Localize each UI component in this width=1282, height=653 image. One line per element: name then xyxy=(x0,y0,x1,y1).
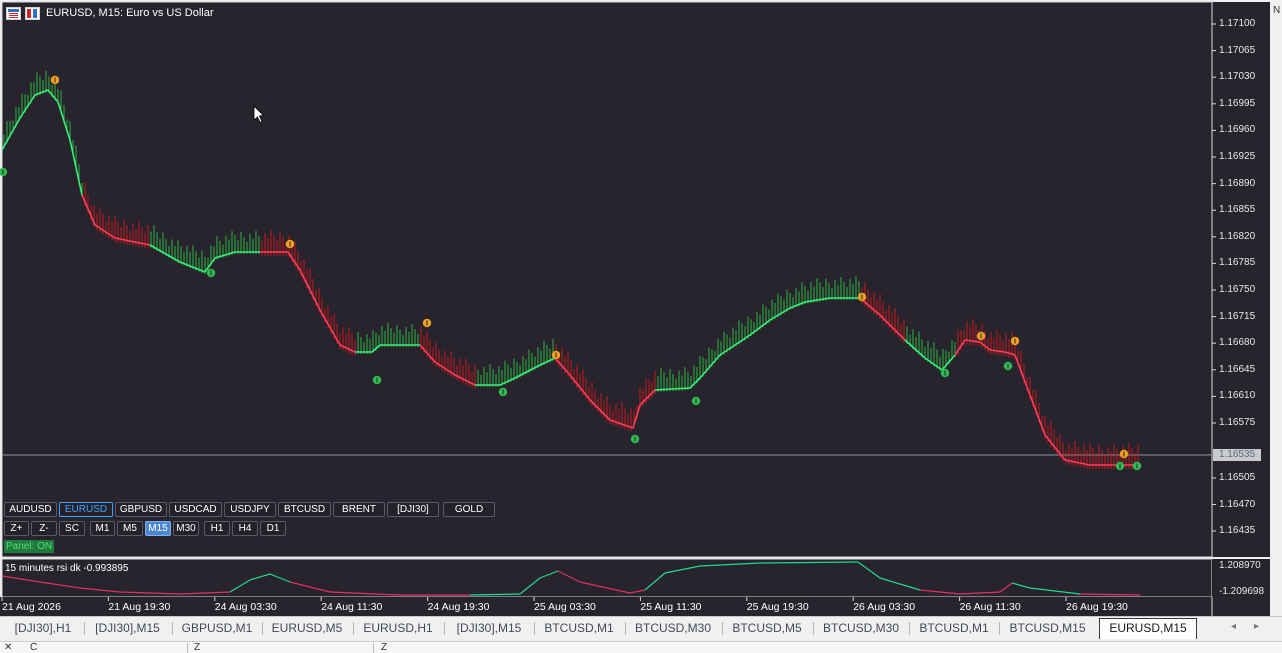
chart-tab[interactable]: BTCUSD,M30 xyxy=(814,619,908,637)
window-icon[interactable] xyxy=(25,6,40,20)
time-tick-label: 26 Aug 03:30 xyxy=(853,601,916,613)
time-tick-label: 24 Aug 03:30 xyxy=(214,601,277,613)
calendar-icon[interactable] xyxy=(6,6,21,20)
price-tick-label: 1.16750 xyxy=(1219,284,1256,295)
chart-tab[interactable]: GBPUSD,M1 xyxy=(173,619,261,637)
price-tick-label: 1.16505 xyxy=(1219,472,1256,483)
time-tick-label: 26 Aug 11:30 xyxy=(959,601,1021,613)
price-tick-label: 1.16575 xyxy=(1219,417,1256,428)
indicator-min-label: -1.209698 xyxy=(1219,586,1265,597)
column-header-3[interactable]: Z xyxy=(381,642,387,653)
price-tick-label: 1.16435 xyxy=(1219,525,1256,536)
chart-tab-bar: [DJI30],H1 [DJI30],M15 GBPUSD,M1 EURUSD,M5 E… xyxy=(0,616,1282,641)
indicator-area[interactable] xyxy=(1,558,1213,598)
tab-separator xyxy=(909,622,910,635)
tool-button-m1[interactable]: M1 xyxy=(90,521,115,536)
tool-button-m15[interactable]: M15 xyxy=(145,521,171,536)
tab-separator xyxy=(722,622,723,635)
tool-button-m30[interactable]: M30 xyxy=(173,521,199,536)
symbol-button-btcusd[interactable]: BTCUSD xyxy=(278,502,331,517)
tool-button-d1[interactable]: D1 xyxy=(260,521,286,536)
symbol-button-audusd[interactable]: AUDUSD xyxy=(4,502,57,517)
chart-tab[interactable]: BTCUSD,M30 xyxy=(626,619,720,637)
tab-separator xyxy=(444,622,445,635)
price-tick-label: 1.16645 xyxy=(1219,363,1256,375)
tab-separator xyxy=(353,622,354,635)
column-header-2[interactable]: Z xyxy=(194,642,200,653)
tool-button-zminus[interactable]: Z- xyxy=(31,521,57,536)
price-tick-label: 1.17065 xyxy=(1219,44,1256,56)
tab-separator xyxy=(534,622,535,635)
chart-tab[interactable]: BTCUSD,M1 xyxy=(910,619,998,637)
time-tick-label: 25 Aug 19:30 xyxy=(746,601,809,613)
tab-separator xyxy=(172,622,173,635)
chart-tab[interactable]: EURUSD,M15 xyxy=(1099,618,1197,639)
time-tick-label: 21 Aug 2026 xyxy=(2,601,61,613)
chart-tab[interactable]: BTCUSD,M5 xyxy=(723,619,811,637)
indicator-label: 15 minutes rsi dk -0.993895 xyxy=(5,563,129,574)
tab-separator xyxy=(84,622,85,635)
time-tick-label: 24 Aug 11:30 xyxy=(321,601,383,613)
chart-tab[interactable]: EURUSD,M5 xyxy=(263,619,351,637)
symbol-button-brent[interactable]: BRENT xyxy=(333,502,385,517)
chart-tab[interactable]: [DJI30],M15 xyxy=(445,619,533,637)
right-edge-strip: N xyxy=(1270,0,1282,616)
tab-prev-arrow-icon[interactable]: ◂ xyxy=(1231,621,1236,632)
chart-tab[interactable]: BTCUSD,M1 xyxy=(535,619,623,637)
bottom-toolbox-header: ✕ Č Z Z xyxy=(0,641,1282,653)
price-tick-label: 1.17030 xyxy=(1219,71,1256,83)
symbol-button-usdjpy[interactable]: USDJPY xyxy=(224,502,276,517)
price-tick-label: 1.17100 xyxy=(1219,18,1256,29)
symbol-button-eurusd[interactable]: EURUSD xyxy=(59,502,113,517)
right-strip-label: N xyxy=(1273,5,1281,16)
tool-button-m5[interactable]: M5 xyxy=(117,521,143,536)
time-tick-label: 26 Aug 19:30 xyxy=(1066,601,1128,613)
indicator-max-label: 1.208970 xyxy=(1219,560,1261,571)
tool-button-zplus[interactable]: Z+ xyxy=(4,521,29,536)
price-tick-label: 1.16470 xyxy=(1219,498,1256,510)
tab-separator xyxy=(999,622,1000,635)
time-tick-label: 21 Aug 19:30 xyxy=(108,601,171,613)
symbol-button-dji30[interactable]: [DJI30] xyxy=(387,502,439,517)
price-tick-label: 1.16855 xyxy=(1219,204,1256,216)
time-tick-label: 24 Aug 19:30 xyxy=(427,601,490,613)
price-tick-label: 1.16680 xyxy=(1219,337,1256,349)
tab-separator xyxy=(262,622,263,635)
current-price-tag: 1.16535 xyxy=(1213,449,1261,461)
chart-tab[interactable]: BTCUSD,M15 xyxy=(1000,619,1095,637)
panel-status-badge[interactable]: Panel: ON xyxy=(4,540,55,553)
chart-title: EURUSD, M15: Euro vs US Dollar xyxy=(6,5,214,21)
tab-next-arrow-icon[interactable]: ▸ xyxy=(1254,621,1259,632)
symbol-button-usdcad[interactable]: USDCAD xyxy=(169,502,222,517)
price-tick-label: 1.16610 xyxy=(1219,390,1256,402)
symbol-button-gbpusd[interactable]: GBPUSD xyxy=(115,502,167,517)
price-tick-label: 1.16960 xyxy=(1219,124,1256,136)
chart-title-text: EURUSD, M15: Euro vs US Dollar xyxy=(46,7,214,19)
main-chart-area[interactable] xyxy=(1,1,1213,558)
chart-tab[interactable]: [DJI30],H1 xyxy=(4,619,82,637)
price-tick-label: 1.16925 xyxy=(1219,151,1256,162)
chart-tab[interactable]: [DJI30],M15 xyxy=(85,619,170,637)
price-tick-label: 1.16890 xyxy=(1219,177,1256,189)
chart-tab[interactable]: EURUSD,H1 xyxy=(354,619,442,637)
close-icon[interactable]: ✕ xyxy=(4,642,12,653)
column-header-1[interactable]: Č xyxy=(30,642,37,653)
tool-button-sc[interactable]: SC xyxy=(59,521,85,536)
price-tick-label: 1.16715 xyxy=(1219,310,1256,322)
price-tick-label: 1.16995 xyxy=(1219,97,1256,109)
timeframe-button-row: Z+ Z- SC M1 M5 M15 M30 H1 H4 D1 xyxy=(4,521,286,536)
tool-button-h4[interactable]: H4 xyxy=(232,521,258,536)
tool-button-h1[interactable]: H1 xyxy=(204,521,230,536)
tab-separator xyxy=(813,622,814,635)
time-tick-label: 25 Aug 11:30 xyxy=(640,601,702,613)
price-tick-label: 1.16820 xyxy=(1219,230,1256,242)
symbol-button-row: AUDUSD EURUSD GBPUSD USDCAD USDJPY BTCUSD BREN… xyxy=(4,502,495,517)
tab-separator xyxy=(625,622,626,635)
symbol-button-gold[interactable]: GOLD xyxy=(443,502,495,517)
price-tick-label: 1.16785 xyxy=(1219,257,1256,269)
time-tick-label: 25 Aug 03:30 xyxy=(534,601,596,613)
